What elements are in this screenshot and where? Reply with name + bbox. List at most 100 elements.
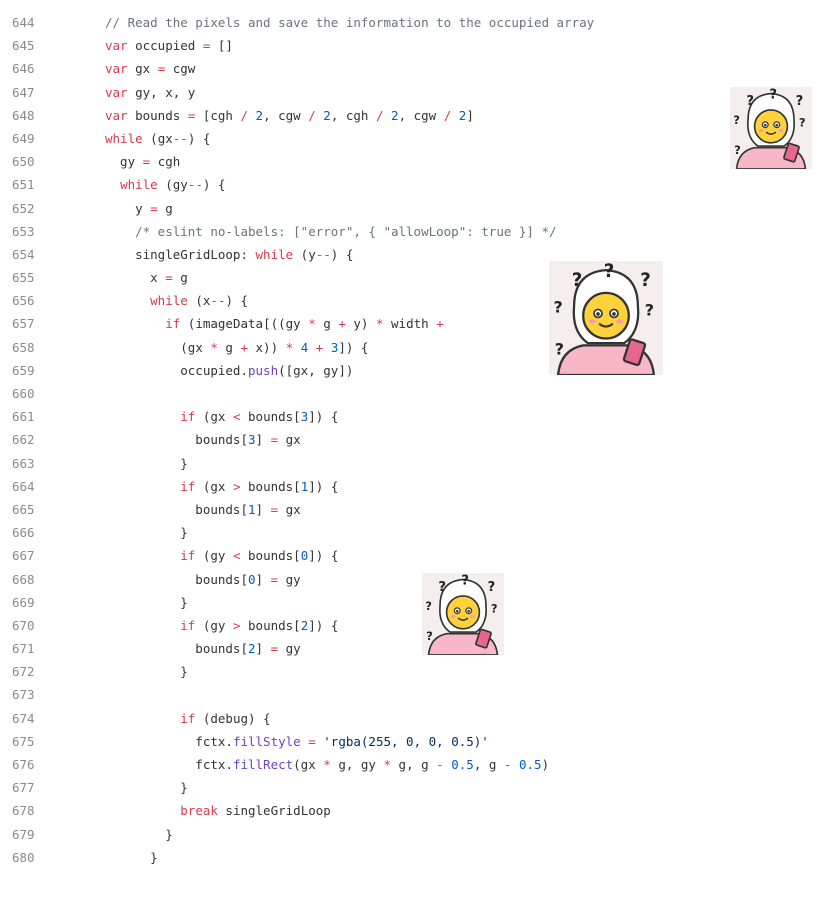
code-text: } [105,525,188,541]
code-line: 670 if (gy > bounds[2]) { [0,614,831,637]
code-line: 664 if (gx > bounds[1]) { [0,475,831,498]
confused-emoji-sticker-icon: ? ? ? ? ? ? [730,87,812,169]
code-text: bounds[3] = gx [105,432,301,448]
code-text: var gy, x, y [105,84,196,100]
code-line: 667 if (gy < bounds[0]) { [0,544,831,567]
code-text: if (gx < bounds[3]) { [180,409,339,425]
svg-text:?: ? [799,115,806,129]
line-number: 673 [12,687,35,703]
line-number: 663 [12,455,35,471]
code-line: 659 occupied.push([gx, gy]) [0,359,831,382]
line-number: 667 [12,548,35,564]
code-text: // Read the pixels and save the informat… [105,15,595,30]
code-line: 646 var gx = cgw [0,57,831,80]
line-number: 646 [12,61,35,77]
code-line: 673 [0,683,831,706]
line-number: 653 [12,223,35,239]
line-number: 659 [12,362,35,378]
code-line: 663 } [0,452,831,475]
svg-text:?: ? [491,601,498,615]
code-text: bounds[1] = gx [105,501,301,517]
code-viewer: 644 // Read the pixels and save the infor… [0,11,831,869]
line-number: 680 [12,849,35,865]
code-text: if (debug) { [180,710,271,726]
code-text: } [105,849,158,865]
line-number: 655 [12,270,35,286]
code-text: bounds[2] = gy [105,641,301,657]
code-line: 669 } [0,591,831,614]
line-number: 677 [12,780,35,796]
line-number: 668 [12,571,35,587]
line-number: 647 [12,84,35,100]
code-line: 654 singleGridLoop: while (y--) { [0,243,831,266]
code-text: if (gy > bounds[2]) { [180,617,339,633]
code-text: fctx.fillRect(gx * g, gy * g, g - 0.5, g… [105,757,550,772]
line-number: 648 [12,107,35,123]
code-text: } [105,455,188,471]
line-number: 679 [12,826,35,842]
code-text: y = g [105,200,173,216]
line-number: 669 [12,594,35,610]
code-line: 653 /* eslint no-labels: ["error", { "al… [0,220,831,243]
line-number: 657 [12,316,35,332]
code-text: var occupied = [] [105,38,233,54]
line-number: 650 [12,154,35,170]
code-text: /* eslint no-labels: ["error", { "allowL… [105,223,557,239]
line-number: 645 [12,38,35,54]
code-line: 671 bounds[2] = gy [0,637,831,660]
svg-text:?: ? [645,301,654,320]
code-line: 649 while (gx--) { [0,127,831,150]
svg-text:?: ? [746,94,754,109]
code-text: occupied.push([gx, gy]) [105,362,354,378]
line-number: 674 [12,710,35,726]
line-number: 654 [12,246,35,262]
line-number: 670 [12,617,35,633]
line-number: 658 [12,339,35,355]
line-number: 675 [12,733,35,749]
code-line: 657 if (imageData[((gy * g + y) * width … [0,312,831,335]
code-text: bounds[0] = gy [105,571,301,587]
svg-text:?: ? [461,573,469,588]
code-text: gy = cgh [105,154,181,170]
svg-text:?: ? [604,261,615,282]
line-number: 660 [12,386,35,401]
svg-text:?: ? [733,113,740,127]
code-line: 662 bounds[3] = gx [0,428,831,451]
code-line: 675 fctx.fillStyle = 'rgba(255, 0, 0, 0.… [0,730,831,753]
code-text: fctx.fillStyle = 'rgba(255, 0, 0, 0.5)' [105,733,489,749]
code-line: 660 [0,382,831,405]
line-number: 672 [12,664,35,680]
code-line: 656 while (x--) { [0,289,831,312]
svg-text:?: ? [554,297,563,316]
code-line: 644 // Read the pixels and save the infor… [0,11,831,34]
code-text: } [105,664,188,680]
code-text: singleGridLoop: while (y--) { [105,246,354,262]
code-text: } [105,594,188,610]
svg-text:?: ? [796,94,804,109]
code-line: 645 var occupied = [] [0,34,831,57]
code-text: } [105,780,188,796]
line-number: 662 [12,432,35,448]
svg-text:?: ? [734,143,741,157]
code-line: 651 while (gy--) { [0,173,831,196]
line-number: 678 [12,803,35,819]
code-text: if (gy < bounds[0]) { [180,548,339,564]
code-text: (gx * g + x)) * 4 + 3]) { [105,339,369,355]
svg-text:?: ? [769,87,777,102]
svg-text:?: ? [572,270,583,291]
code-line: 658 (gx * g + x)) * 4 + 3]) { [0,336,831,359]
code-line: 652 y = g [0,197,831,220]
code-text: while (x--) { [150,293,249,309]
svg-text:?: ? [425,599,432,613]
line-number: 671 [12,641,35,657]
code-line: 676 fctx.fillRect(gx * g, gy * g, g - 0.… [0,753,831,776]
code-line: 678 break singleGridLoop [0,799,831,822]
code-text: while (gx--) { [105,130,211,146]
line-number: 656 [12,293,35,309]
code-line: 665 bounds[1] = gx [0,498,831,521]
line-number: 661 [12,409,35,425]
line-number: 665 [12,501,35,517]
code-text: break singleGridLoop [180,803,331,819]
code-text: x = g [105,270,188,286]
line-number: 652 [12,200,35,216]
